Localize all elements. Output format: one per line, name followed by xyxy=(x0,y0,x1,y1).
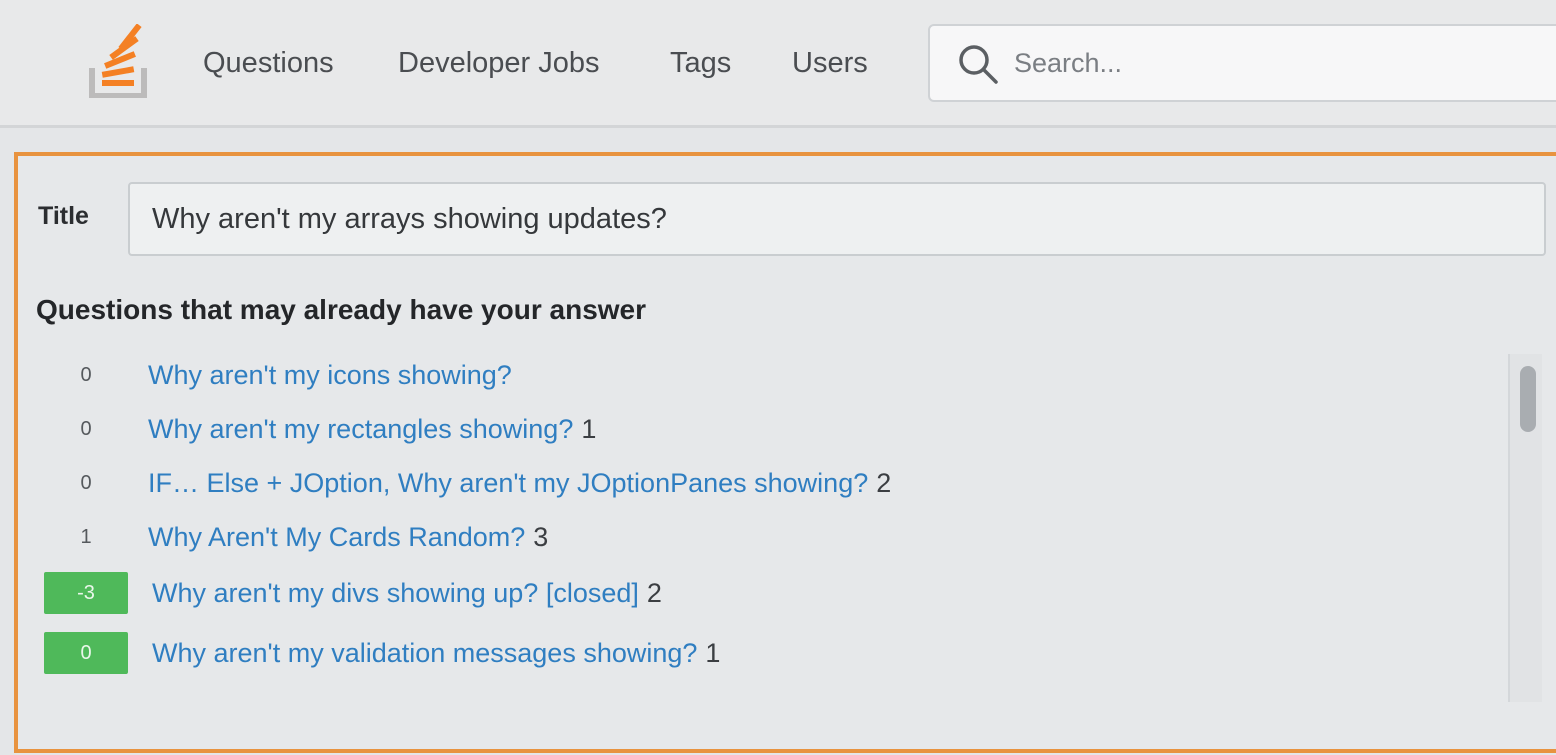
question-link[interactable]: Why aren't my validation messages showin… xyxy=(152,636,720,670)
question-score: 0 xyxy=(80,364,92,386)
question-score: 1 xyxy=(80,526,92,548)
nav-questions[interactable]: Questions xyxy=(203,44,334,82)
answer-count: 1 xyxy=(705,638,721,668)
question-title[interactable]: Why aren't my rectangles showing? xyxy=(148,414,573,444)
question-score: 0 xyxy=(80,418,92,440)
stackoverflow-logo-icon[interactable] xyxy=(88,24,150,98)
question-link[interactable]: Why Aren't My Cards Random? 3 xyxy=(148,520,548,554)
question-title[interactable]: Why Aren't My Cards Random? xyxy=(148,522,525,552)
search-box[interactable] xyxy=(928,24,1556,102)
scrollbar-thumb[interactable] xyxy=(1520,366,1536,432)
question-link[interactable]: Why aren't my icons showing? xyxy=(148,358,520,392)
answer-count: 3 xyxy=(533,522,549,552)
question-score: 0 xyxy=(80,472,92,494)
answer-count: 1 xyxy=(581,414,597,444)
question-title[interactable]: Why aren't my validation messages showin… xyxy=(152,638,697,668)
search-icon xyxy=(959,45,998,84)
title-label: Title xyxy=(38,202,89,230)
question-link[interactable]: IF… Else + JOption, Why aren't my JOptio… xyxy=(148,466,891,500)
question-score-accepted-badge: -3 xyxy=(44,572,128,614)
question-title[interactable]: Why aren't my icons showing? xyxy=(148,360,512,390)
similar-question-row: 0 IF… Else + JOption, Why aren't my JOpt… xyxy=(18,462,1498,508)
question-score-accepted-badge: 0 xyxy=(44,632,128,674)
nav-developer-jobs[interactable]: Developer Jobs xyxy=(398,44,600,82)
similar-questions-scrollbar[interactable] xyxy=(1508,354,1542,702)
question-link[interactable]: Why aren't my rectangles showing? 1 xyxy=(148,412,596,446)
search-input[interactable] xyxy=(1014,42,1534,84)
nav-tags[interactable]: Tags xyxy=(670,44,731,82)
similar-question-row: -3 Why aren't my divs showing up? [close… xyxy=(18,572,1498,618)
ask-question-panel: Title Questions that may already have yo… xyxy=(14,152,1556,753)
question-title[interactable]: IF… Else + JOption, Why aren't my JOptio… xyxy=(148,468,868,498)
question-title[interactable]: Why aren't my divs showing up? [closed] xyxy=(152,578,639,608)
title-input[interactable] xyxy=(128,182,1546,256)
nav-users[interactable]: Users xyxy=(792,44,868,82)
similar-question-row: 0 Why aren't my rectangles showing? 1 xyxy=(18,408,1498,454)
answer-count: 2 xyxy=(646,578,662,608)
answer-count: 2 xyxy=(876,468,892,498)
top-navigation-bar: Questions Developer Jobs Tags Users xyxy=(0,0,1556,128)
similar-question-row: 0 Why aren't my validation messages show… xyxy=(18,632,1498,678)
similar-question-row: 1 Why Aren't My Cards Random? 3 xyxy=(18,516,1498,562)
similar-question-row: 0 Why aren't my icons showing? xyxy=(18,354,1498,400)
similar-questions-heading: Questions that may already have your ans… xyxy=(36,294,647,325)
question-link[interactable]: Why aren't my divs showing up? [closed] 2 xyxy=(152,576,662,610)
